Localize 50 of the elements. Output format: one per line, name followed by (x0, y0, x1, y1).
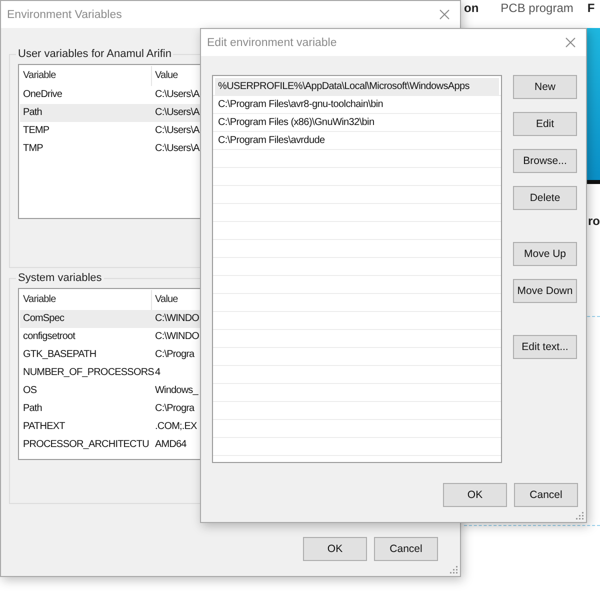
variable-name: GTK_BASEPATH (22, 348, 98, 362)
variable-name: Path (22, 402, 43, 416)
variable-value: C:\Progra (154, 402, 196, 416)
variable-name: PROCESSOR_ARCHITECTU (22, 438, 150, 452)
variable-name: OneDrive (22, 88, 64, 102)
group-label: System variables (17, 272, 103, 284)
action-button[interactable]: Move Up (513, 242, 577, 266)
variable-value: C:\WINDO (154, 312, 200, 326)
variable-value: C:\Users\A (154, 142, 201, 156)
heading-text: ro (588, 214, 600, 228)
column-header[interactable]: Variable (20, 66, 152, 86)
variable-value: AMD64 (154, 438, 188, 452)
cancel-button[interactable]: Cancel (514, 483, 578, 507)
group-label: User variables for Anamul Arifin (17, 48, 172, 60)
variable-value: C:\WINDO (154, 330, 200, 344)
variable-name: ComSpec (22, 312, 66, 326)
variable-value: .COM;.EX (154, 420, 198, 434)
close-icon[interactable] (565, 37, 576, 48)
variable-value: C:\Progra (154, 348, 196, 362)
path-entry[interactable]: %USERPROFILE%\AppData\Local\Microsoft\WindowsApps (215, 78, 499, 96)
action-button[interactable]: New (513, 75, 577, 99)
nav-link[interactable]: on (464, 1, 479, 15)
action-button[interactable]: Edit text... (513, 335, 577, 359)
resize-grip-icon[interactable] (575, 511, 584, 520)
variable-value: C:\Users\A (154, 124, 201, 138)
variable-name: PATHEXT (22, 420, 66, 434)
variable-name: TEMP (22, 124, 50, 138)
action-button[interactable]: Edit (513, 112, 577, 136)
variable-value: C:\Users\A (154, 88, 201, 102)
cancel-button[interactable]: Cancel (374, 537, 438, 561)
variable-name: configsetroot (22, 330, 76, 344)
variable-value: C:\Users\A (154, 106, 201, 120)
variable-name: NUMBER_OF_PROCESSORS (22, 366, 152, 380)
action-button[interactable]: Delete (513, 186, 577, 210)
nav-link[interactable]: PCB program (500, 1, 574, 15)
resize-grip-icon[interactable] (449, 565, 458, 574)
close-icon[interactable] (439, 9, 450, 20)
action-button[interactable]: Browse... (513, 149, 577, 173)
variable-name: OS (22, 384, 38, 398)
variable-name: TMP (22, 142, 44, 156)
ok-button[interactable]: OK (443, 483, 507, 507)
dialog-title: Edit environment variable (207, 36, 337, 48)
path-entry-list[interactable]: %USERPROFILE%\AppData\Local\Microsoft\WindowsApps C:\Program Files\avr8-gnu-toolchain\bin C:\Program Files (x86)\GnuWin32\bin C:\Program Files\avrdude (212, 75, 502, 463)
ok-button[interactable]: OK (303, 537, 367, 561)
window-title: Environment Variables (7, 8, 122, 20)
nav-link[interactable]: F (587, 1, 595, 15)
variable-name: Path (22, 106, 43, 120)
variable-value: 4 (154, 366, 162, 380)
action-button[interactable]: Move Down (513, 279, 577, 303)
variable-value: Windows_ (154, 384, 200, 398)
